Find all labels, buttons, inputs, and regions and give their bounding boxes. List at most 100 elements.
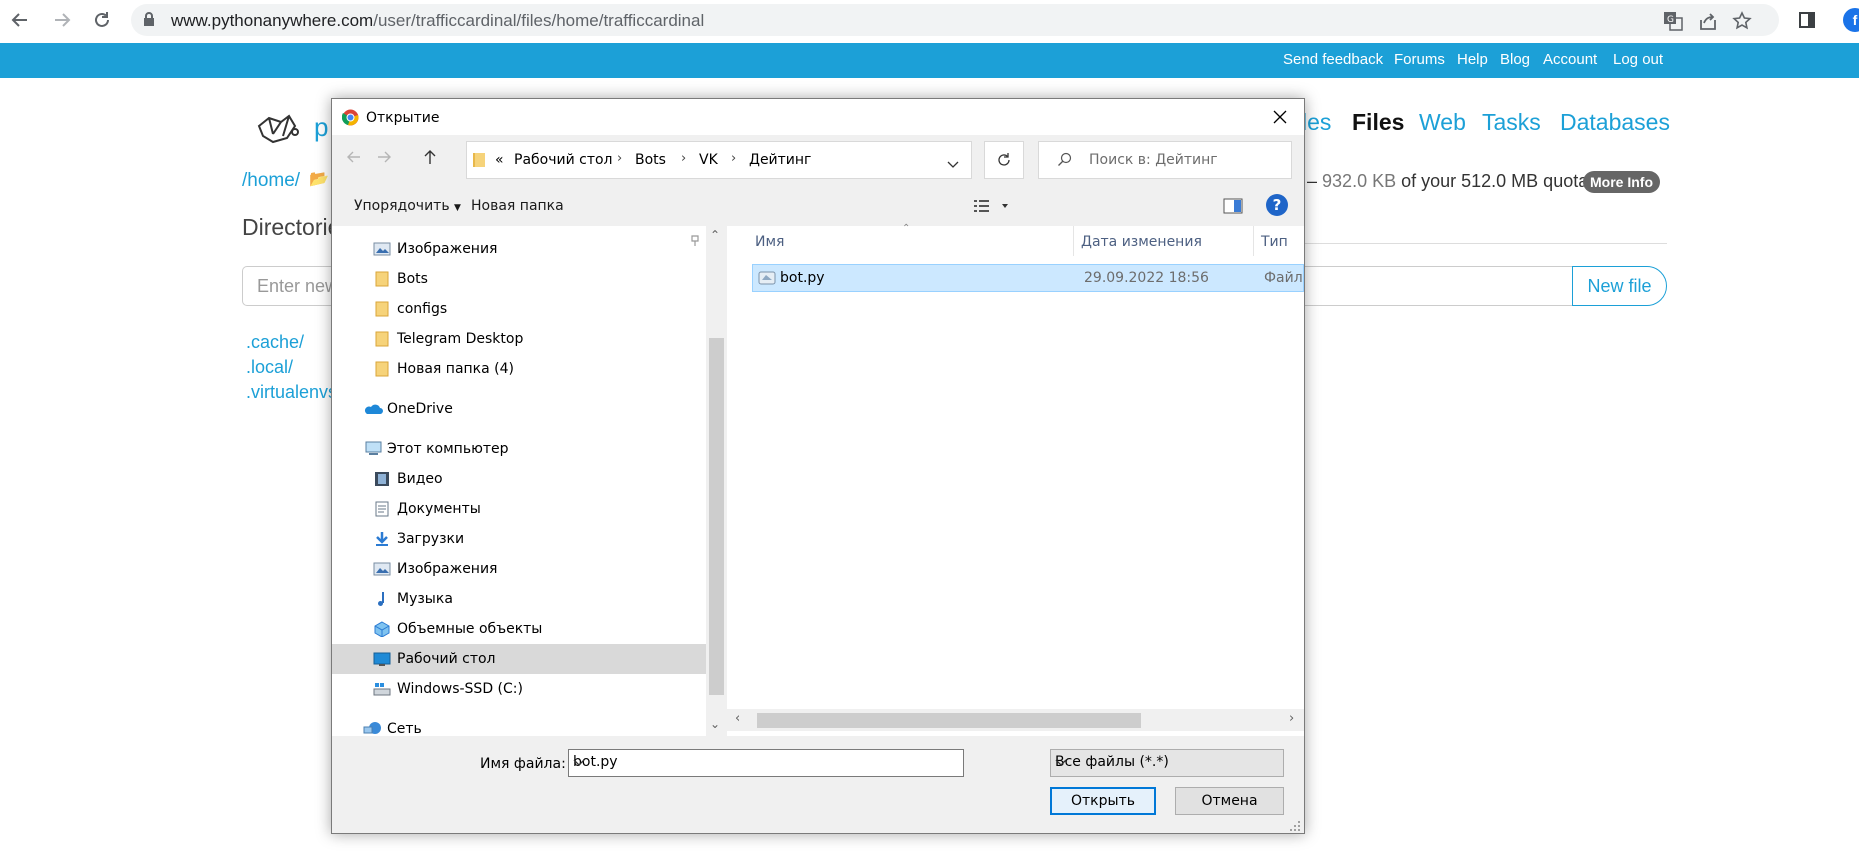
new-folder-button[interactable]: Новая папка [471,198,564,214]
more-info-button[interactable]: More Info [1583,171,1660,193]
nav-item-desktop[interactable]: Рабочий стол [332,644,706,674]
nav-item-pictures[interactable]: Изображения [332,554,706,584]
help-link[interactable]: Help [1457,51,1488,68]
address-bar[interactable]: www.pythonanywhere.com/user/trafficcardi… [131,4,1779,36]
pythonanywhere-logo-icon[interactable] [255,112,303,157]
nav-item-pictures-quick[interactable]: Изображения [332,234,706,264]
nav-scrollbar[interactable]: ⌃ ⌄ [706,226,727,736]
nav-web[interactable]: Web [1419,109,1466,136]
file-row-bot-py[interactable]: bot.py 29.09.2022 18:56 Файл " [752,264,1304,292]
back-arrow-icon[interactable] [342,145,366,169]
dir-link-cache[interactable]: .cache/ [246,332,304,353]
nav-item-new-folder-4[interactable]: Новая папка (4) [332,354,706,384]
column-date-modified[interactable]: Дата изменения [1081,234,1202,250]
dir-link-virtualenvs[interactable]: .virtualenvs [246,382,337,403]
share-icon[interactable] [1697,10,1719,32]
pictures-icon [373,241,391,257]
file-type-select[interactable]: Все файлы (*.*) [1050,749,1284,777]
send-feedback-link[interactable]: Send feedback [1283,51,1383,68]
pa-top-bar: Send feedback Forums Help Blog Account L… [0,43,1859,78]
folder-icon [373,301,391,317]
close-icon[interactable] [1262,103,1298,131]
nav-item-documents[interactable]: Документы [332,494,706,524]
3d-objects-icon [373,621,391,638]
url-text: www.pythonanywhere.com/user/trafficcardi… [171,11,705,30]
dir-link-local[interactable]: .local/ [246,357,293,378]
new-file-button[interactable]: New file [1572,266,1667,306]
nav-item-video[interactable]: Видео [332,464,706,494]
scroll-left-icon[interactable]: ‹ [735,711,740,726]
resize-grip-icon[interactable] [1289,817,1301,831]
file-type: Файл " [1264,270,1304,286]
column-separator[interactable] [1253,226,1254,256]
scrollbar-thumb[interactable] [757,713,1141,728]
address-breadcrumb[interactable]: « Рабочий стол › Bots › VK › Дейтинг [466,141,972,179]
open-file-dialog: Открытие « Рабочий стол › Bots › VK › Де… [331,98,1305,834]
nav-files[interactable]: Files [1352,109,1404,136]
nav-item-windows-ssd[interactable]: Windows-SSD (C:) [332,674,706,704]
chevron-right-icon[interactable]: › [681,151,686,166]
scroll-right-icon[interactable]: › [1289,711,1294,726]
nav-tasks[interactable]: Tasks [1482,109,1541,136]
scrollbar-thumb[interactable] [709,338,724,695]
profile-avatar[interactable]: f [1843,8,1859,32]
breadcrumb-vk[interactable]: VK [699,152,718,168]
python-file-icon [758,270,776,290]
file-name-input[interactable]: bot.py [568,749,964,777]
help-icon[interactable]: ? [1266,194,1288,216]
nav-item-3d-objects[interactable]: Объемные объекты [332,614,706,644]
translate-icon[interactable]: G [1662,10,1684,32]
reload-icon[interactable] [88,6,116,34]
refresh-icon[interactable] [984,141,1024,179]
nav-item-this-pc[interactable]: Этот компьютер [332,434,706,464]
column-type[interactable]: Тип [1261,234,1288,250]
back-icon[interactable] [6,6,34,34]
chevron-right-icon[interactable]: › [617,151,622,166]
log-out-link[interactable]: Log out [1613,51,1663,68]
nav-item-bots[interactable]: Bots [332,264,706,294]
bookmark-star-icon[interactable] [1731,10,1753,32]
side-panel-icon[interactable] [1793,6,1821,34]
directories-heading: Directorie [242,214,341,240]
new-file-input[interactable] [1304,266,1573,306]
breadcrumb-dating[interactable]: Дейтинг [749,152,811,168]
breadcrumb-overflow[interactable]: « [495,152,504,168]
account-link[interactable]: Account [1543,51,1597,68]
breadcrumb-bots[interactable]: Bots [635,152,666,168]
file-list-horizontal-scrollbar[interactable]: ‹ › [727,709,1304,731]
organize-menu[interactable]: Упорядочить ▼ [354,198,461,214]
nav-item-downloads[interactable]: Загрузки [332,524,706,554]
nav-item-onedrive[interactable]: OneDrive [332,394,706,424]
open-button[interactable]: Открыть [1050,787,1156,815]
chevron-right-icon[interactable]: › [731,151,736,166]
chevron-down-icon[interactable] [573,755,959,771]
pa-brand-text[interactable]: p [314,112,328,143]
svg-text:G: G [1667,15,1674,25]
forward-arrow-icon[interactable] [372,145,396,169]
forward-icon[interactable] [48,6,76,34]
nav-item-network[interactable]: Сеть [332,714,706,737]
lock-icon[interactable] [143,12,155,32]
column-name[interactable]: Имя [755,234,784,250]
up-arrow-icon[interactable] [418,145,442,169]
nav-databases[interactable]: Databases [1560,109,1670,136]
nav-item-music[interactable]: Музыка [332,584,706,614]
preview-pane-icon[interactable] [1220,194,1246,218]
cancel-button[interactable]: Отмена [1175,787,1284,815]
scroll-up-icon[interactable]: ⌃ [710,228,720,242]
chevron-down-icon[interactable] [1055,755,1277,771]
breadcrumb-home[interactable]: /home/ [242,170,300,192]
nav-item-telegram-desktop[interactable]: Telegram Desktop [332,324,706,354]
chevron-down-icon[interactable] [947,154,959,173]
dialog-title-bar[interactable]: Открытие [332,99,1304,135]
column-separator[interactable] [1073,226,1074,256]
nav-item-configs[interactable]: configs [332,294,706,324]
blog-link[interactable]: Blog [1500,51,1530,68]
nav-consoles[interactable]: les [1302,109,1331,136]
breadcrumb-desktop[interactable]: Рабочий стол [514,152,613,168]
scroll-down-icon[interactable]: ⌄ [710,717,720,731]
view-options-icon[interactable] [972,194,1012,218]
search-box[interactable]: Поиск в: Дейтинг [1038,141,1292,179]
forums-link[interactable]: Forums [1394,51,1445,68]
computer-icon [363,441,382,457]
